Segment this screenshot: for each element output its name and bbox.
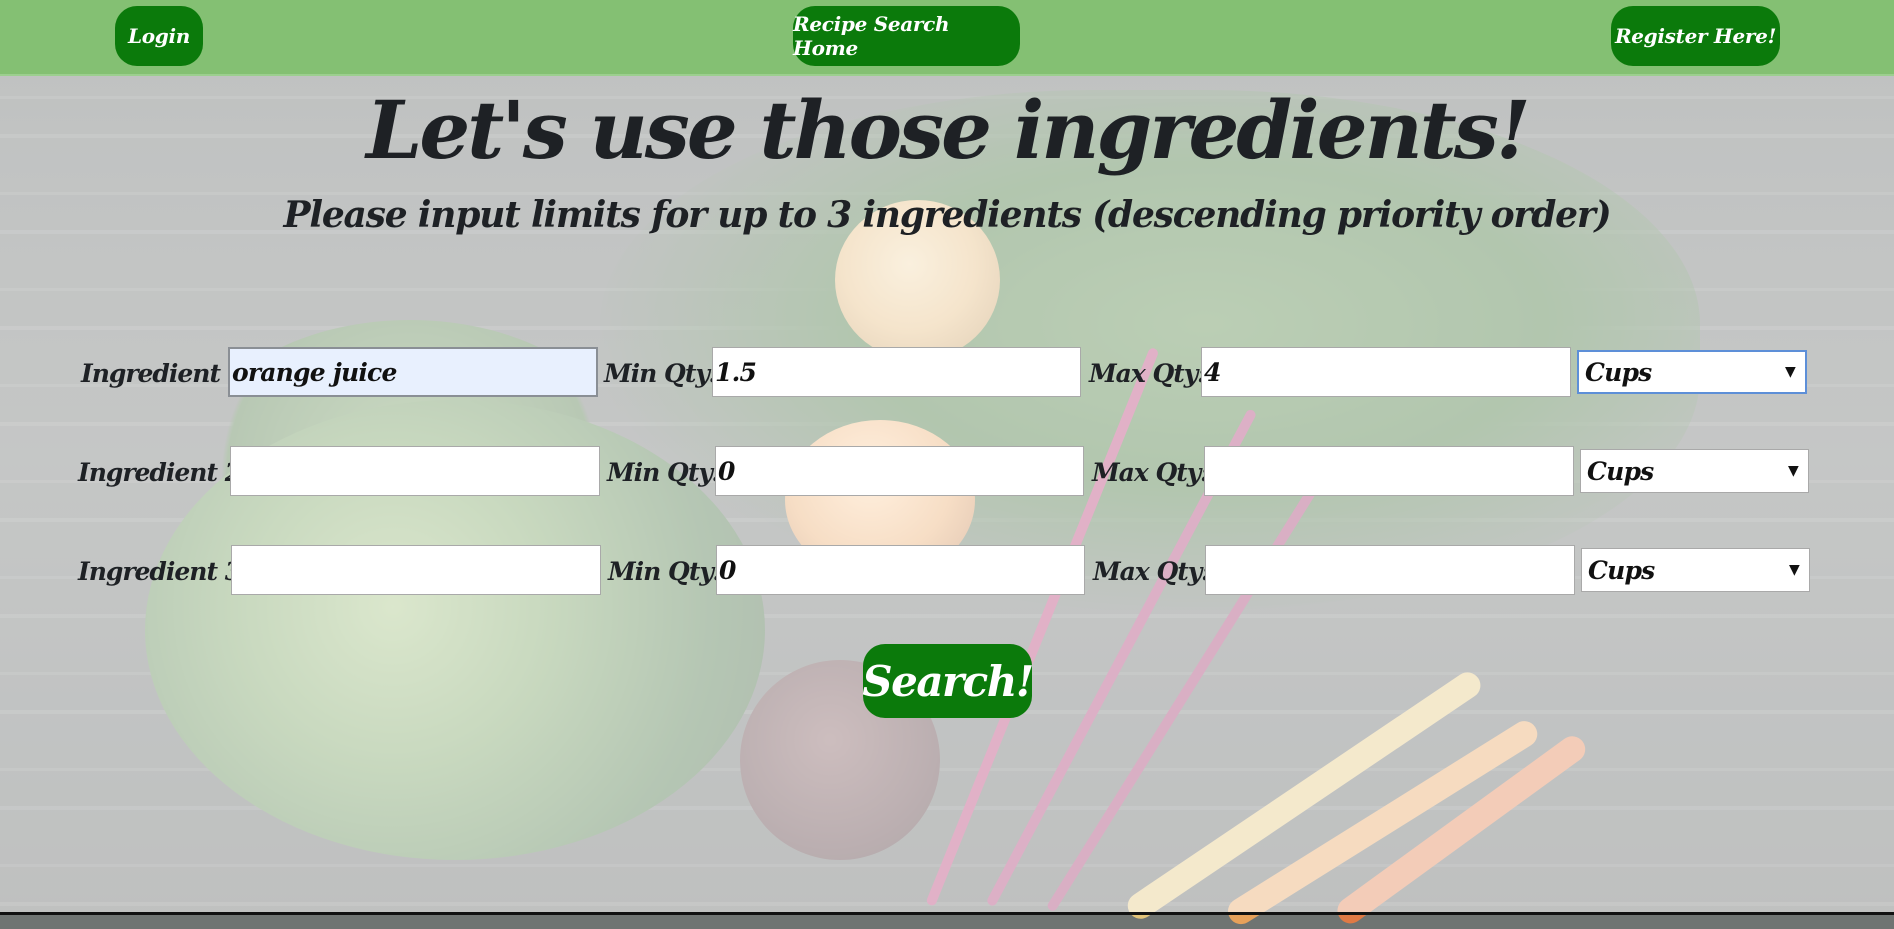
recipe-search-home-button[interactable]: Recipe Search Home xyxy=(793,6,1020,66)
ingredient-row-3: Ingredient 3: Min Qty: Max Qty: Cups ▼ xyxy=(0,545,1894,601)
ingredient-row-2: Ingredient 2: Min Qty: Max Qty: Cups ▼ xyxy=(0,446,1894,502)
ingredient-2-min-input[interactable] xyxy=(715,446,1084,496)
ingredient-3-min-input[interactable] xyxy=(716,545,1085,595)
search-button[interactable]: Search! xyxy=(862,644,1034,718)
ingredient-1-min-input[interactable] xyxy=(712,347,1081,397)
chevron-down-icon: ▼ xyxy=(1789,562,1800,578)
chevron-down-icon: ▼ xyxy=(1788,463,1799,479)
ingredient-1-min-label: Min Qty: xyxy=(604,359,718,388)
ingredient-2-input[interactable] xyxy=(230,446,600,496)
ingredient-1-unit-select[interactable]: Cups ▼ xyxy=(1577,350,1807,394)
register-button[interactable]: Register Here! xyxy=(1611,6,1780,66)
ingredient-row-1: Ingredient 1: Min Qty: Max Qty: Cups ▼ xyxy=(0,347,1894,403)
ingredient-1-label: Ingredient 1: xyxy=(81,359,253,388)
ingredient-2-label: Ingredient 2: xyxy=(78,458,250,487)
chevron-down-icon: ▼ xyxy=(1785,364,1796,380)
page-title: Let's use those ingredients! xyxy=(366,83,1531,177)
ingredient-1-max-input[interactable] xyxy=(1201,347,1571,397)
navbar: Login Recipe Search Home Register Here! xyxy=(0,0,1894,76)
ingredient-3-max-label: Max Qty: xyxy=(1093,557,1211,586)
ingredient-2-max-input[interactable] xyxy=(1204,446,1574,496)
ingredient-3-max-input[interactable] xyxy=(1205,545,1575,595)
page-subtitle: Please input limits for up to 3 ingredie… xyxy=(283,194,1612,236)
login-button[interactable]: Login xyxy=(115,6,203,66)
ingredient-3-unit-select[interactable]: Cups ▼ xyxy=(1581,548,1810,592)
ingredient-3-label: Ingredient 3: xyxy=(78,557,250,586)
ingredient-1-unit-value: Cups xyxy=(1585,357,1652,387)
ingredient-3-input[interactable] xyxy=(231,545,601,595)
ingredient-2-unit-value: Cups xyxy=(1587,456,1654,486)
ingredient-3-unit-value: Cups xyxy=(1588,555,1655,585)
ingredient-2-unit-select[interactable]: Cups ▼ xyxy=(1580,449,1809,493)
ingredient-3-min-label: Min Qty: xyxy=(608,557,722,586)
ingredient-2-min-label: Min Qty: xyxy=(607,458,721,487)
ingredient-1-max-label: Max Qty: xyxy=(1089,359,1207,388)
ingredient-1-input[interactable] xyxy=(228,347,598,397)
ingredient-2-max-label: Max Qty: xyxy=(1092,458,1210,487)
